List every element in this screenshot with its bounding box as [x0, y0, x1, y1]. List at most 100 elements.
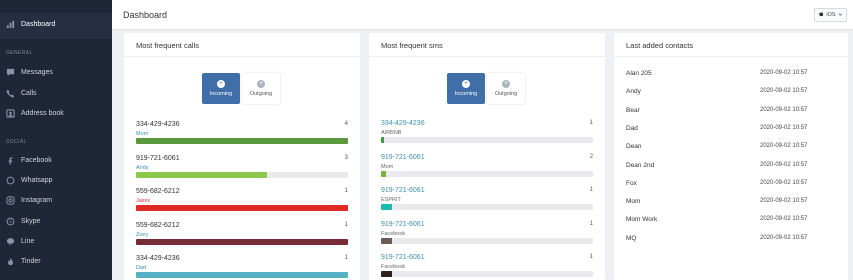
whatsapp-icon	[6, 176, 15, 185]
entry-count: 1	[589, 254, 593, 260]
entry-count: 1	[589, 220, 593, 227]
contact-name: Dean	[626, 143, 642, 151]
contact-row[interactable]: Andy 2020-09-02 10:57	[626, 88, 836, 106]
contact-row[interactable]: Dean 2nd 2020-09-02 10:57	[626, 162, 836, 180]
sidebar-item-whatsapp[interactable]: Whatsapp	[6, 176, 53, 185]
sidebar-item-messages[interactable]: Messages	[6, 68, 53, 77]
sms-tab-incoming[interactable]: + Incoming	[447, 73, 485, 104]
calls-tab-incoming[interactable]: + Incoming	[202, 73, 240, 104]
sms-entry[interactable]: 919-721-6061 2 Mom	[381, 154, 593, 186]
sidebar-section-social: SOCIAL	[6, 139, 27, 145]
sidebar-item-line[interactable]: Line	[6, 237, 34, 246]
entry-count: 4	[344, 121, 348, 127]
instagram-icon	[6, 196, 15, 205]
sidebar-item-calls[interactable]: Calls	[6, 89, 37, 98]
sms-tab-outgoing[interactable]: + Outgoing	[487, 73, 525, 104]
call-entry[interactable]: 919-721-6061 3 Andy	[136, 155, 348, 187]
os-select-dropdown[interactable]: iOS	[814, 8, 847, 22]
progress-track	[381, 237, 593, 244]
contact-name: Dean 2nd	[626, 161, 655, 169]
call-entry[interactable]: 559-682-6212 1 Zoey	[136, 222, 348, 254]
sidebar-item-label: Messages	[21, 69, 53, 76]
calls-panel: Most frequent calls + Incoming + Outgoin…	[124, 33, 360, 280]
sms-entry[interactable]: 919-721-6061 1 ESPRIT	[381, 187, 593, 219]
contact-card-icon	[6, 109, 15, 118]
phone-number: 919-721-6061	[381, 153, 425, 161]
phone-icon	[6, 89, 15, 98]
os-select-value: iOS	[826, 12, 836, 18]
chart-icon	[6, 20, 15, 29]
progress-fill	[381, 237, 392, 244]
call-entry[interactable]: 334-429-4236 4 Mom	[136, 121, 348, 153]
phone-number: 919-721-6061	[381, 187, 425, 194]
line-app-icon	[6, 237, 15, 246]
progress-track	[136, 205, 348, 211]
sidebar-item-instagram[interactable]: Instagram	[6, 196, 52, 205]
tab-label: Incoming	[209, 91, 233, 97]
contact-name: Fox	[626, 179, 637, 187]
contact-row[interactable]: Dean 2020-09-02 10:57	[626, 143, 836, 161]
contact-label: Facebook	[381, 264, 406, 270]
progress-track	[136, 171, 348, 178]
contact-label: Zoey	[136, 231, 149, 238]
phone-number: 919-721-6061	[381, 254, 425, 261]
contact-row[interactable]: Bear 2020-09-02 10:57	[626, 107, 836, 125]
contact-name: Mom Work	[626, 216, 658, 224]
tab-label: Outgoing	[249, 91, 273, 97]
contact-row[interactable]: Alan 205 2020-09-02 10:57	[626, 70, 836, 88]
sidebar-item-label: Address book	[21, 110, 64, 117]
facebook-icon	[6, 156, 15, 165]
sidebar-item-label: Dashboard	[21, 21, 56, 28]
contact-row[interactable]: MQ 2020-09-02 10:57	[626, 235, 836, 253]
phone-number: 919-721-6061	[381, 220, 425, 228]
contact-date: 2020-09-02 10:57	[760, 143, 808, 150]
calls-panel-header: Most frequent calls	[124, 33, 360, 57]
progress-track	[136, 272, 348, 278]
contact-date: 2020-09-02 10:57	[760, 161, 808, 168]
plus-icon: +	[217, 80, 225, 88]
call-entry[interactable]: 334-429-4236 1 Dad	[136, 255, 348, 280]
plus-icon: +	[257, 80, 265, 88]
progress-track	[381, 271, 593, 277]
progress-fill	[136, 171, 268, 178]
phone-number: 334-429-4236	[381, 120, 425, 127]
progress-fill	[136, 238, 348, 245]
sms-panel-header: Most frequent sms	[369, 33, 605, 57]
phone-number: 559-682-6212	[136, 188, 180, 195]
contact-date: 2020-09-02 10:57	[760, 88, 808, 95]
sidebar-item-dashboard[interactable]: Dashboard	[6, 20, 55, 29]
sidebar-item-facebook[interactable]: Facebook	[6, 156, 52, 165]
progress-fill	[136, 272, 348, 278]
phone-number: 919-721-6061	[136, 154, 180, 162]
contact-row[interactable]: Mom Work 2020-09-02 10:57	[626, 216, 836, 234]
call-entry[interactable]: 559-682-6212 1 Jaxxx	[136, 188, 348, 220]
calls-panel-title: Most frequent calls	[136, 41, 199, 50]
contact-label: Jaxxx	[136, 198, 151, 204]
top-bar: Dashboard iOS	[112, 0, 853, 30]
contacts-panel-header: Last added contacts	[614, 33, 848, 57]
contact-row[interactable]: Mom 2020-09-02 10:57	[626, 198, 836, 216]
sms-entry[interactable]: 919-721-6061 1 Facebook	[381, 221, 593, 253]
plus-icon: +	[502, 80, 510, 88]
contact-label: Mom	[381, 163, 394, 170]
contact-date: 2020-09-02 10:57	[760, 106, 808, 113]
chevron-down-icon	[838, 12, 843, 19]
contact-name: Mom	[626, 198, 641, 206]
sidebar-item-skype[interactable]: S Skype	[6, 217, 40, 226]
progress-track	[381, 170, 593, 177]
sidebar-section-general: GENERAL	[6, 50, 33, 56]
contact-row[interactable]: Dad 2020-09-02 10:57	[626, 125, 836, 143]
sidebar-item-address-book[interactable]: Address book	[6, 109, 64, 118]
contact-row[interactable]: Fox 2020-09-02 10:57	[626, 180, 836, 198]
progress-fill	[136, 205, 348, 211]
sidebar-item-label: Whatsapp	[21, 177, 53, 184]
calls-tab-outgoing[interactable]: + Outgoing	[242, 73, 280, 104]
sidebar-item-tinder[interactable]: Tinder	[6, 257, 41, 266]
contact-label: Dad	[136, 265, 147, 271]
sms-entry[interactable]: 919-721-6061 1 Facebook	[381, 254, 593, 280]
entry-count: 2	[589, 153, 593, 160]
tab-label: Outgoing	[494, 91, 518, 97]
sms-entry[interactable]: 334-429-4236 1 AIRBNB	[381, 120, 593, 152]
contact-date: 2020-09-02 10:57	[760, 70, 808, 76]
contact-name: MQ	[626, 234, 637, 242]
